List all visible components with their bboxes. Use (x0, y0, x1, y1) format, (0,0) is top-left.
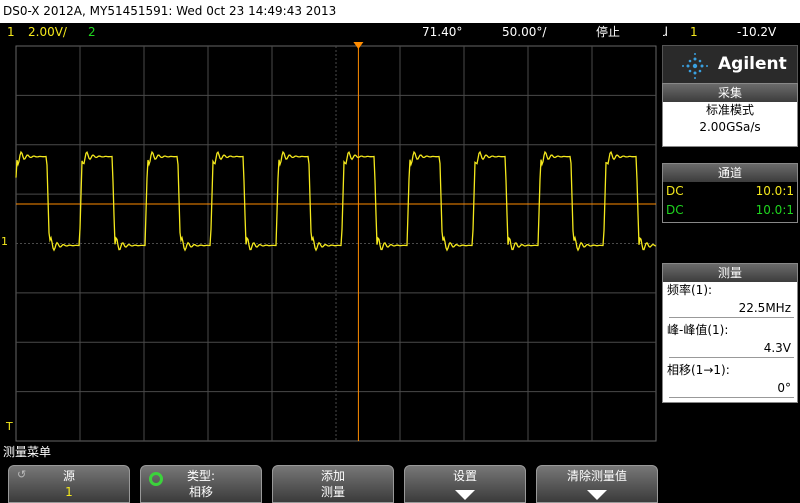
softkey-bar: ↺ 源 1 类型: 相移 添加 测量 设置 清除测量值 (0, 461, 800, 503)
add-measurement-softkey[interactable]: 添加 测量 (272, 465, 394, 503)
agilent-spark-icon (682, 53, 708, 79)
window-title: DS0-X 2012A, MY51451591: Wed 0ct 23 14:4… (0, 0, 800, 23)
measurement-value: 22.5MHz (669, 300, 794, 318)
timebase-position[interactable]: 71.40° (422, 23, 462, 41)
measurement-label: 相移(1→1): (667, 363, 730, 377)
channel-panel[interactable]: 通道 DC 10.0:1 DC 10.0:1 (662, 163, 798, 223)
measurement-item[interactable]: 峰-峰值(1): 4.3V (663, 322, 797, 358)
channel-header: 通道 (663, 164, 797, 182)
softkey-value: 1 (65, 485, 73, 499)
trigger-time-marker[interactable]: T (6, 420, 13, 433)
ch2-number[interactable]: 2 (88, 23, 96, 41)
acquisition-panel[interactable]: 采集 标准模式 2.00GSa/s (662, 83, 798, 147)
ch2-probe: 10.0:1 (755, 203, 794, 217)
measurement-item[interactable]: 相移(1→1): 0° (663, 362, 797, 398)
submenu-arrow-icon (455, 490, 475, 500)
measurement-panel[interactable]: 测量 频率(1): 22.5MHz 峰-峰值(1): 4.3V 相移(1→1):… (662, 263, 798, 403)
trigger-source[interactable]: 1 (690, 23, 698, 41)
waveform-display[interactable] (0, 41, 660, 444)
measurement-header: 测量 (663, 264, 797, 282)
measurement-label: 频率(1): (667, 283, 713, 297)
timebase-scale[interactable]: 50.00°/ (502, 23, 546, 41)
ch1-scale[interactable]: 2.00V/ (28, 23, 67, 41)
ch2-coupling: DC (666, 203, 684, 217)
run-state[interactable]: 停止 (596, 23, 620, 41)
softkey-label: 设置 (452, 469, 477, 483)
channel-row-1[interactable]: DC 10.0:1 (663, 182, 797, 201)
softkey-label: 添加 (320, 469, 345, 483)
softkey-label: 清除测量值 (566, 469, 627, 483)
graticule (15, 42, 657, 442)
side-panel: Agilent 采集 标准模式 2.00GSa/s 通道 DC 10.0:1 D… (660, 41, 800, 444)
menu-title: 测量菜单 (3, 445, 52, 459)
measurement-value: 4.3V (669, 340, 794, 358)
ch1-number[interactable]: 1 (7, 23, 15, 41)
softkey-label: 源 (62, 469, 75, 483)
measurement-value: 0° (669, 380, 794, 398)
trigger-edge-icon: ɺ (663, 25, 668, 39)
submenu-arrow-icon (587, 490, 607, 500)
trigger-level[interactable]: -10.2V (737, 23, 776, 41)
settings-softkey[interactable]: 设置 (404, 465, 526, 503)
brand-logo: Agilent (662, 45, 798, 85)
type-softkey[interactable]: 类型: 相移 (140, 465, 262, 503)
softkey-label-2: 测量 (320, 485, 345, 499)
softkey-label: 类型: (186, 469, 216, 483)
acquisition-mode: 标准模式 (705, 103, 754, 117)
source-softkey[interactable]: ↺ 源 1 (8, 465, 130, 503)
sample-rate: 2.00GSa/s (699, 120, 761, 134)
channel-row-2[interactable]: DC 10.0:1 (663, 201, 797, 220)
measurement-item[interactable]: 频率(1): 22.5MHz (663, 282, 797, 318)
ch1-coupling: DC (666, 184, 684, 198)
brand-name: Agilent (718, 54, 787, 74)
status-bar: 1 2.00V/ 2 71.40° 50.00°/ 停止 ɺ 1 -10.2V (0, 23, 800, 41)
ch1-probe: 10.0:1 (755, 184, 794, 198)
measurement-label: 峰-峰值(1): (667, 323, 729, 337)
ch1-ground-marker[interactable]: 1 (1, 235, 8, 248)
clear-measurements-softkey[interactable]: 清除测量值 (536, 465, 658, 503)
acquisition-header: 采集 (663, 84, 797, 102)
softkey-value: 相移 (188, 485, 213, 499)
